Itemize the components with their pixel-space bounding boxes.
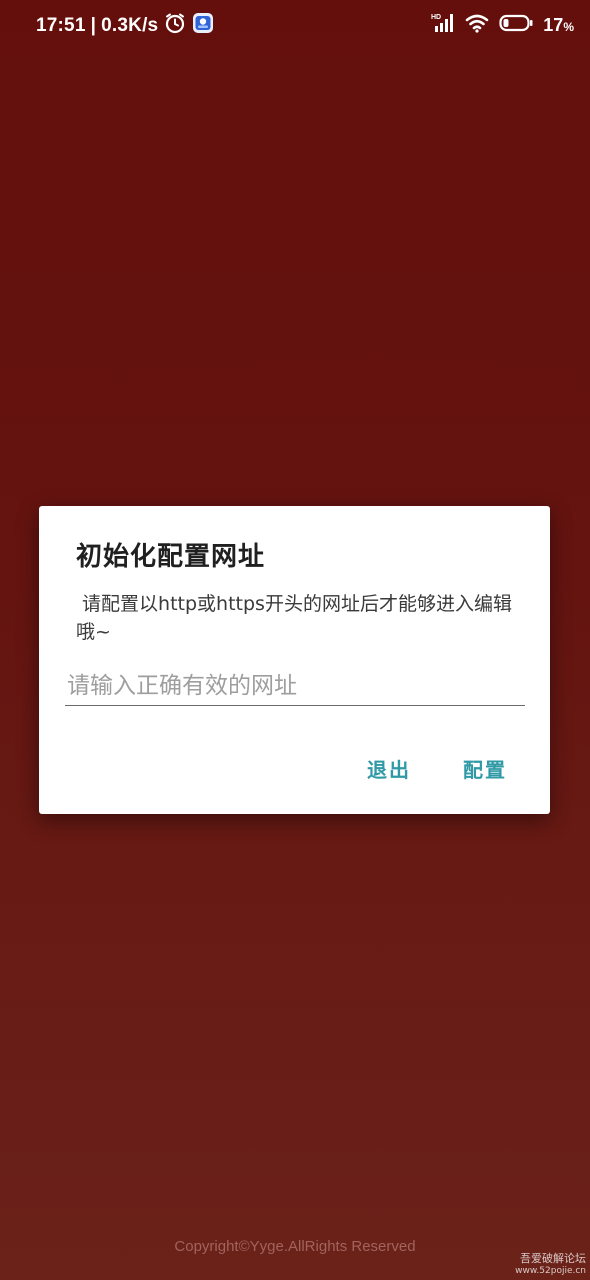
app-notification-icon — [192, 12, 214, 40]
status-bar-right: HD 17% — [421, 12, 574, 39]
exit-button[interactable]: 退出 — [367, 754, 411, 783]
hd-signal-icon: HD — [431, 12, 455, 39]
config-button[interactable]: 配置 — [463, 754, 507, 783]
watermark: 吾爱破解论坛 www.52pojie.cn — [515, 1252, 586, 1278]
status-separator: | — [90, 15, 97, 36]
watermark-line1: 吾爱破解论坛 — [520, 1252, 586, 1265]
url-input[interactable] — [65, 666, 525, 706]
wifi-icon — [465, 13, 489, 38]
dialog-title: 初始化配置网址 — [76, 542, 266, 572]
battery-icon — [499, 14, 533, 37]
status-bar: 17:51 | 0.3K/s HD 17% — [0, 0, 590, 50]
watermark-line2: www.52pojie.cn — [515, 1266, 586, 1276]
battery-percent-unit: % — [563, 20, 574, 34]
init-config-dialog: 初始化配置网址 请配置以http或https开头的网址后才能够进入编辑哦~ 退出… — [39, 506, 550, 814]
status-time: 17:51 — [36, 15, 86, 36]
dialog-message: 请配置以http或https开头的网址后才能够进入编辑哦~ — [76, 593, 512, 643]
hd-label: HD — [431, 14, 441, 21]
net-speed: 0.3K/s — [101, 15, 159, 36]
alarm-icon — [164, 12, 186, 40]
copyright-footer: Copyright©Yyge.AllRights Reserved — [174, 1238, 416, 1255]
status-bar-left: 17:51 | 0.3K/s — [36, 12, 214, 40]
battery-percent: 17% — [543, 15, 574, 36]
battery-percent-value: 17 — [543, 15, 564, 35]
